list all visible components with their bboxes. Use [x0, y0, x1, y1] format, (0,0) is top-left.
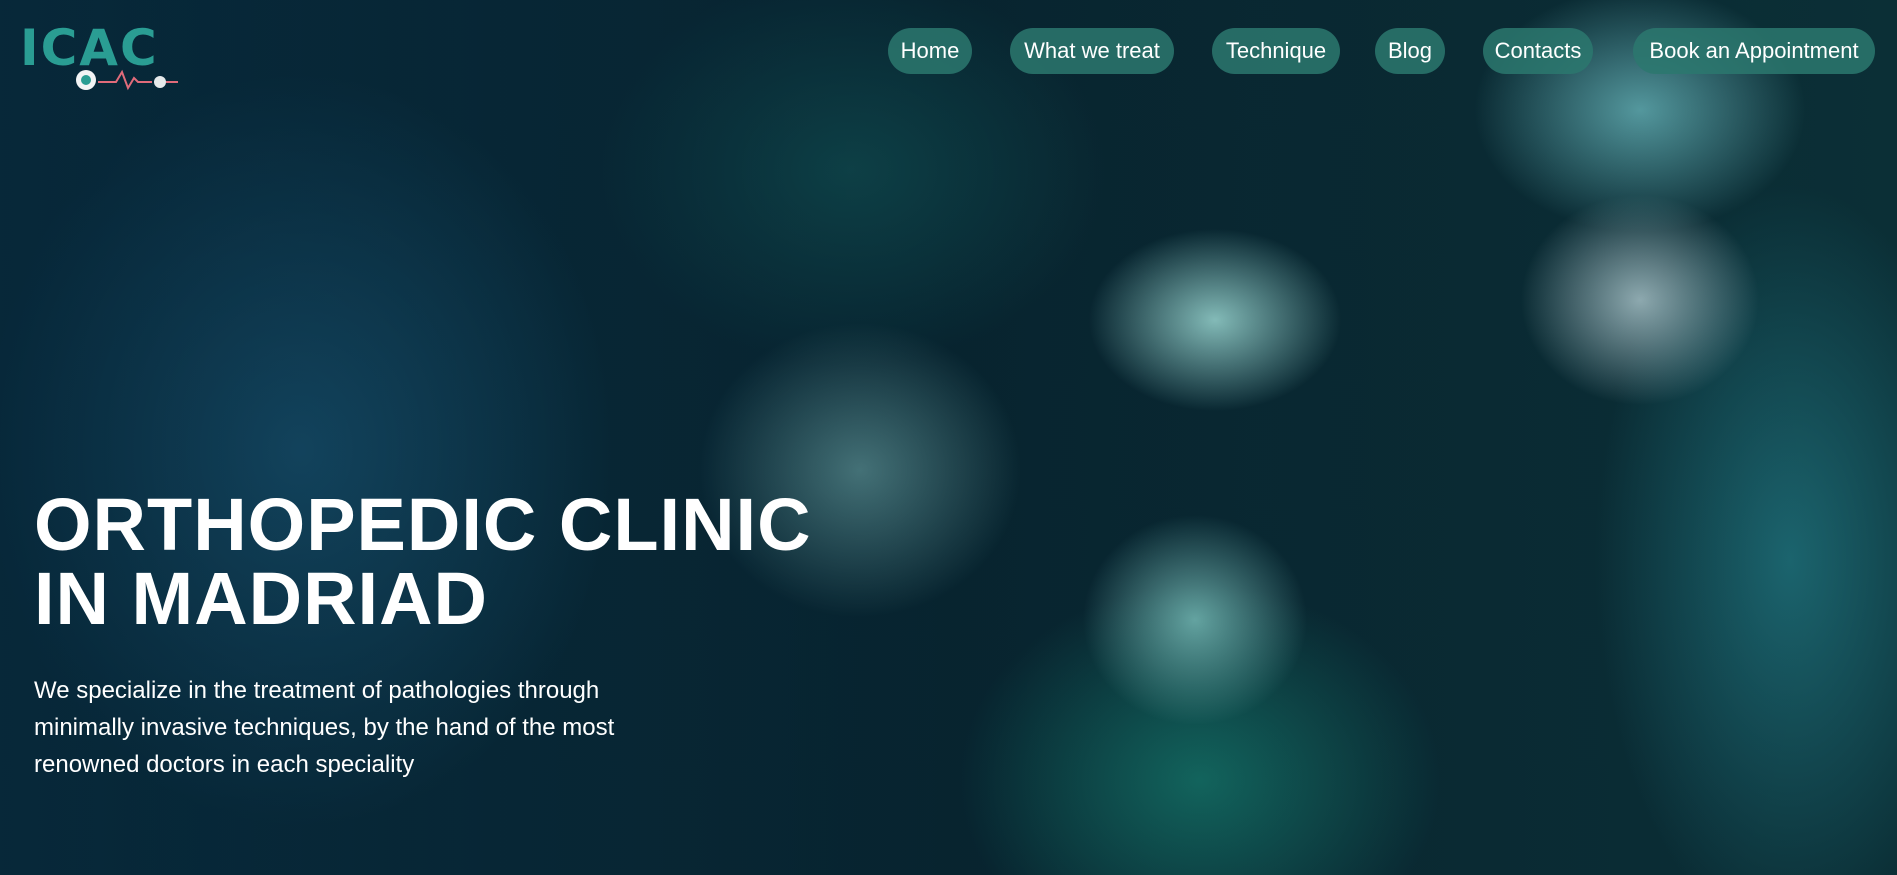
hero-description: We specialize in the treatment of pathol… [34, 677, 615, 778]
nav-blog[interactable]: Blog [1375, 28, 1445, 74]
nav-contacts[interactable]: Contacts [1483, 28, 1593, 74]
nav-technique[interactable]: Technique [1212, 28, 1340, 74]
hero-headline-line1: ORTHOPEDIC CLINIC [34, 483, 812, 566]
hero-headline-line2: IN MADRIAD [34, 557, 488, 640]
hero-headline: ORTHOPEDIC CLINIC IN MADRIAD [34, 488, 812, 636]
nav-what-we-treat[interactable]: What we treat [1010, 28, 1174, 74]
nav-home[interactable]: Home [888, 28, 972, 74]
nav-book-appointment[interactable]: Book an Appointment [1633, 28, 1875, 74]
main-navigation: Home What we treat Technique Blog Contac… [0, 28, 1897, 74]
